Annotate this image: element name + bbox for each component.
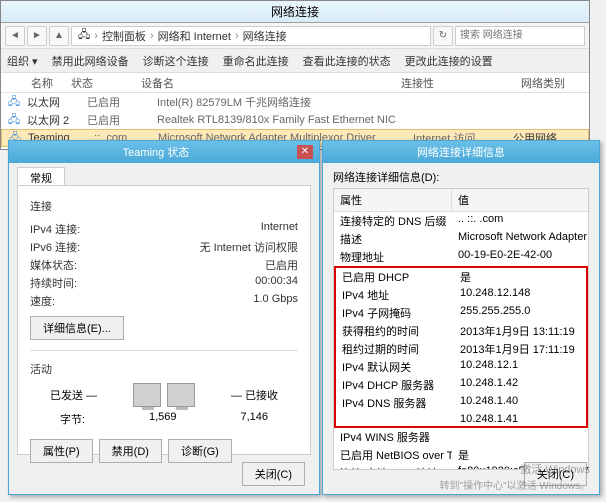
- view-status[interactable]: 查看此连接的状态: [303, 53, 391, 69]
- table-row[interactable]: 获得租约的时间2013年1月9日 13:11:19: [336, 322, 586, 340]
- table-row[interactable]: 物理地址00-19-E0-2E-42-00: [334, 248, 588, 266]
- details-button[interactable]: 详细信息(E)...: [30, 316, 124, 340]
- disable-button[interactable]: 禁用(D): [99, 439, 162, 463]
- organize-menu[interactable]: 组织 ▾: [7, 53, 38, 69]
- tab-general[interactable]: 常规: [17, 167, 65, 185]
- up-button[interactable]: ▲: [49, 26, 69, 46]
- breadcrumb-icon: 🖧: [78, 26, 90, 45]
- table-row[interactable]: 连接特定的 DNS 后缀.. ::. .com: [334, 212, 588, 230]
- tab-bar: 常规: [9, 163, 319, 185]
- dialog-title-bar: 网络连接详细信息: [323, 141, 599, 163]
- diagnose-button[interactable]: 诊断(G): [168, 439, 232, 463]
- table-row[interactable]: IPv4 DNS 服务器10.248.1.40: [336, 394, 586, 412]
- table-row[interactable]: 10.248.1.41: [336, 412, 586, 426]
- teaming-status-dialog: Teaming 状态 ✕ 常规 连接 IPv4 连接:Internet IPv6…: [8, 140, 320, 495]
- rename-conn[interactable]: 重命名此连接: [223, 53, 289, 69]
- dialog-title-bar: Teaming 状态 ✕: [9, 141, 319, 163]
- activity-icon: [133, 383, 195, 407]
- rows-before: 连接特定的 DNS 后缀.. ::. .com描述Microsoft Netwo…: [334, 212, 588, 266]
- list-item[interactable]: 🖧 以太网 2 已启用 Realtek RTL8139/810x Family …: [1, 111, 589, 129]
- details-table: 属性 值 连接特定的 DNS 后缀.. ::. .com描述Microsoft …: [333, 188, 589, 470]
- table-row[interactable]: IPv4 默认网关10.248.12.1: [336, 358, 586, 376]
- column-headers: 名称 状态 设备名 连接性 网络类别: [1, 73, 589, 93]
- diagnose-conn[interactable]: 诊断这个连接: [143, 53, 209, 69]
- table-row[interactable]: IPv4 WINS 服务器: [334, 428, 588, 446]
- command-bar: 组织 ▾ 禁用此网络设备 诊断这个连接 重命名此连接 查看此连接的状态 更改此连…: [1, 49, 589, 73]
- properties-button[interactable]: 属性(P): [30, 439, 93, 463]
- disable-device[interactable]: 禁用此网络设备: [52, 53, 129, 69]
- connection-list: 🖧 以太网 已启用 Intel(R) 82579LM 千兆网络连接 🖧 以太网 …: [1, 93, 589, 147]
- connection-details-dialog: 网络连接详细信息 网络连接详细信息(D): 属性 值 连接特定的 DNS 后缀.…: [322, 140, 600, 495]
- window-title: 网络连接: [1, 1, 589, 23]
- forward-button[interactable]: ►: [27, 26, 47, 46]
- network-icon: 🖧: [1, 111, 27, 130]
- nav-toolbar: ◄ ► ▲ 🖧 › 控制面板 › 网络和 Internet › 网络连接 ↻: [1, 23, 589, 49]
- close-button[interactable]: 关闭(C): [242, 462, 305, 486]
- breadcrumb[interactable]: 🖧 › 控制面板 › 网络和 Internet › 网络连接: [71, 26, 431, 46]
- general-panel: 连接 IPv4 连接:Internet IPv6 连接:无 Internet 访…: [17, 185, 311, 455]
- table-row[interactable]: 租约过期的时间2013年1月9日 17:11:19: [336, 340, 586, 358]
- table-row[interactable]: IPv4 子网掩码255.255.255.0: [336, 304, 586, 322]
- network-connections-window: 网络连接 ◄ ► ▲ 🖧 › 控制面板 › 网络和 Internet › 网络连…: [0, 0, 590, 150]
- list-item[interactable]: 🖧 以太网 已启用 Intel(R) 82579LM 千兆网络连接: [1, 93, 589, 111]
- refresh-button[interactable]: ↻: [433, 26, 453, 46]
- table-row[interactable]: 已启用 DHCP是: [336, 268, 586, 286]
- network-icon: 🖧: [1, 93, 27, 112]
- highlighted-rows: 已启用 DHCP是IPv4 地址10.248.12.148IPv4 子网掩码25…: [334, 266, 588, 428]
- close-icon[interactable]: ✕: [297, 145, 313, 159]
- back-button[interactable]: ◄: [5, 26, 25, 46]
- close-button[interactable]: 关闭(C): [524, 462, 587, 486]
- table-row[interactable]: IPv4 地址10.248.12.148: [336, 286, 586, 304]
- table-row[interactable]: 描述Microsoft Network Adapter Multiplexor: [334, 230, 588, 248]
- change-settings[interactable]: 更改此连接的设置: [405, 53, 493, 69]
- search-input[interactable]: [455, 26, 585, 46]
- table-row[interactable]: IPv4 DHCP 服务器10.248.1.42: [336, 376, 586, 394]
